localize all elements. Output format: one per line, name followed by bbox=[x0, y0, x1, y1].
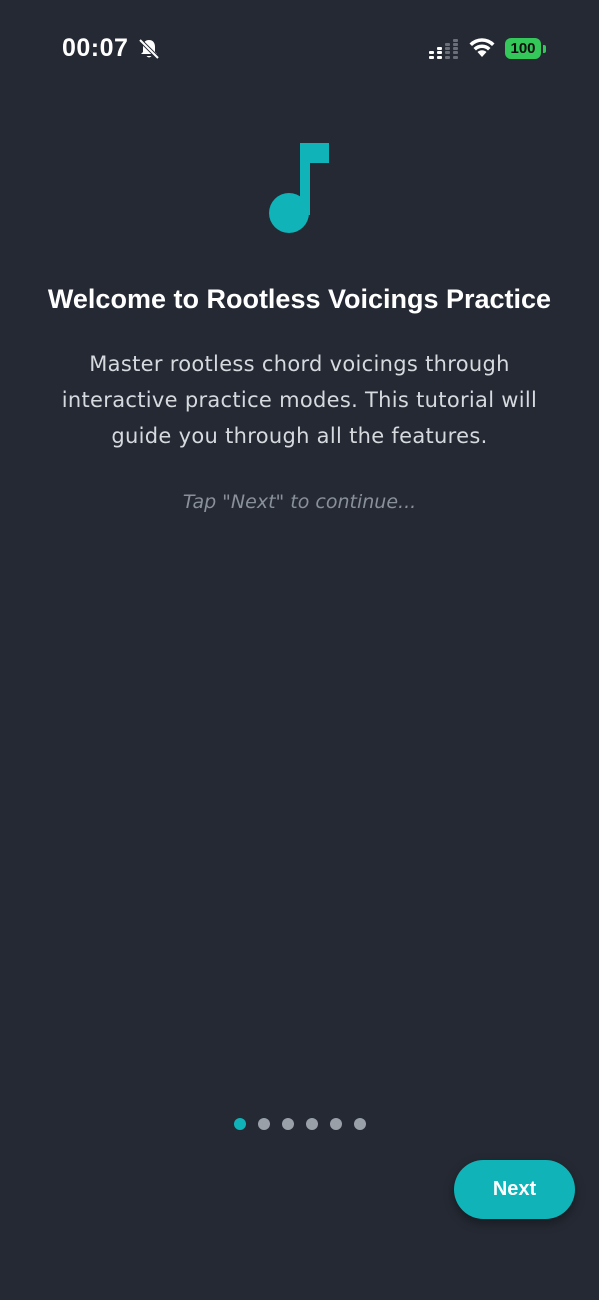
cellular-signal-icon bbox=[429, 39, 461, 64]
page-dot-2[interactable] bbox=[258, 1118, 270, 1130]
welcome-subtitle: Master rootless chord voicings through i… bbox=[61, 352, 538, 448]
status-bar: 00:07 100 bbox=[0, 0, 599, 96]
battery-icon: 100 bbox=[505, 38, 541, 59]
wifi-icon bbox=[469, 37, 495, 64]
music-note-icon bbox=[268, 141, 332, 240]
battery-cap bbox=[543, 45, 546, 53]
page-indicator bbox=[234, 1118, 366, 1131]
page-dot-3[interactable] bbox=[282, 1118, 294, 1130]
welcome-title: Welcome to Rootless Voicings Practice bbox=[47, 284, 552, 314]
status-time: 00:07 bbox=[62, 34, 129, 62]
page-dot-5[interactable] bbox=[330, 1118, 342, 1130]
next-button[interactable]: Next bbox=[454, 1160, 575, 1219]
page-dot-6[interactable] bbox=[354, 1118, 366, 1130]
page-dot-4[interactable] bbox=[306, 1118, 318, 1130]
continue-hint: Tap "Next" to continue... bbox=[182, 491, 417, 513]
page-dot-1[interactable] bbox=[234, 1118, 246, 1130]
bell-slash-icon bbox=[138, 38, 160, 65]
